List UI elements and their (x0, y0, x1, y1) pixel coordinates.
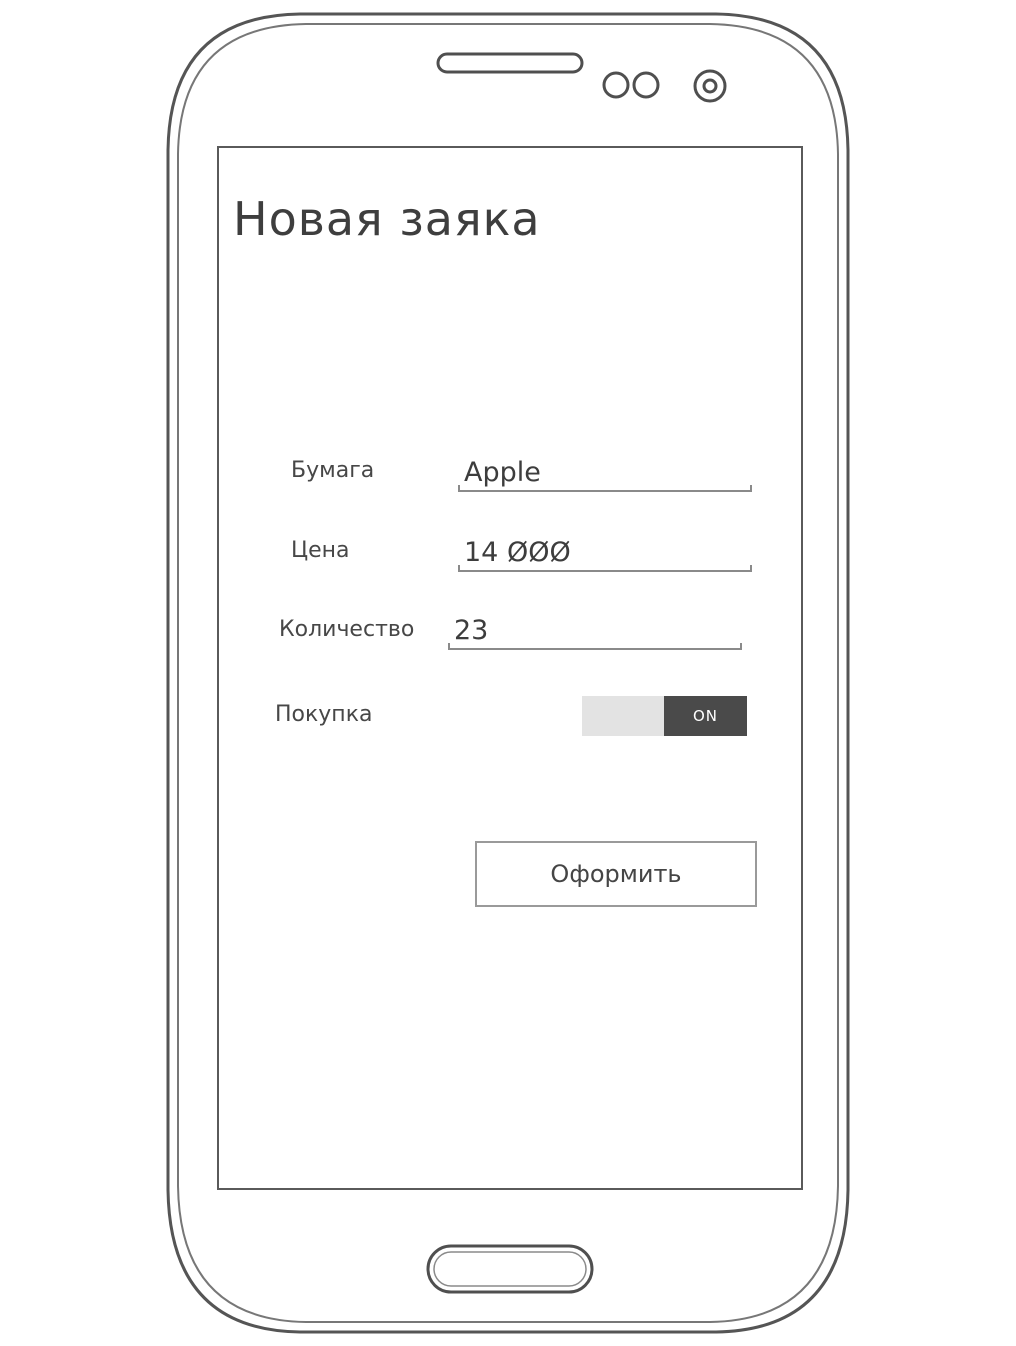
quantity-value: 23 (454, 615, 489, 646)
security-label: Бумага (291, 458, 375, 483)
sensor-icon (602, 71, 660, 99)
phone-mockup: Новая заяка Бумага Apple Цена 14 ØØØ Кол… (0, 0, 1016, 1346)
page-title: Новая заяка (233, 192, 541, 246)
purchase-toggle[interactable]: ON (582, 696, 747, 736)
security-input[interactable]: Apple (458, 452, 752, 492)
toggle-on-side: ON (664, 696, 747, 736)
toggle-off-side (582, 696, 664, 736)
price-label: Цена (291, 538, 350, 563)
front-camera-icon (693, 69, 727, 103)
price-input[interactable]: 14 ØØØ (458, 532, 752, 572)
submit-button[interactable]: Оформить (475, 841, 757, 907)
home-button[interactable] (426, 1244, 594, 1294)
quantity-label: Количество (279, 617, 415, 642)
price-value: 14 ØØØ (464, 537, 571, 568)
purchase-label: Покупка (275, 702, 373, 727)
earpiece-speaker (436, 52, 584, 74)
app-screen: Новая заяка Бумага Apple Цена 14 ØØØ Кол… (217, 146, 803, 1190)
security-value: Apple (464, 457, 541, 488)
quantity-input[interactable]: 23 (448, 610, 742, 650)
